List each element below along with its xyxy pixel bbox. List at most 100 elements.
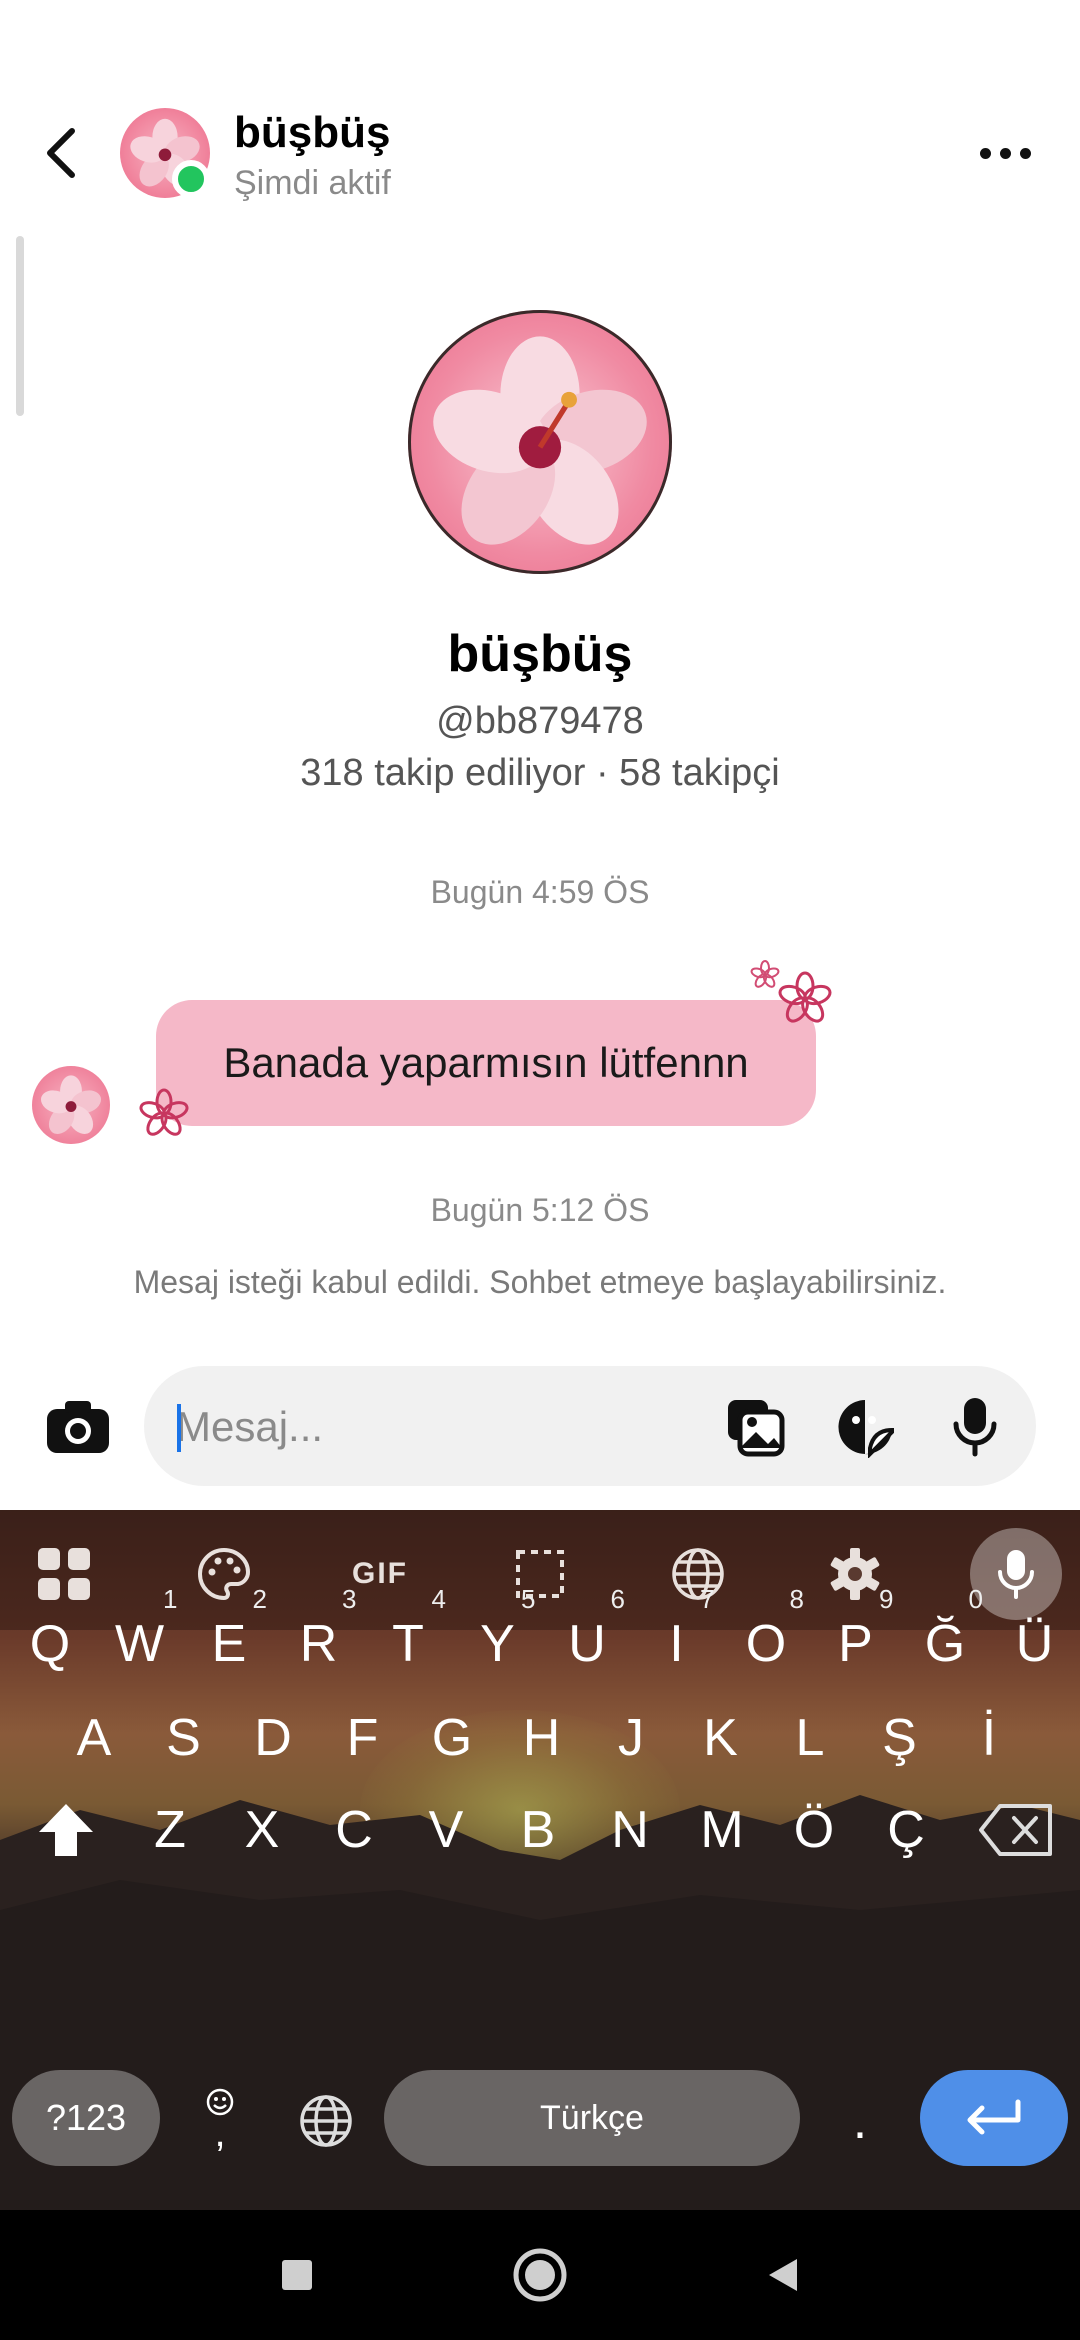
sticker-icon — [838, 1400, 894, 1458]
key-label: U — [568, 1615, 606, 1673]
request-accepted-notice: Mesaj isteği kabul edildi. Sohbet etmeye… — [133, 1264, 947, 1300]
sticker-button[interactable] — [830, 1392, 900, 1462]
message-text: Banada yaparmısın lütfennn — [223, 1039, 749, 1086]
online-indicator — [172, 160, 210, 198]
key-number-hint: 0 — [968, 1584, 983, 1614]
key-h[interactable]: H — [502, 1688, 582, 1788]
key-y[interactable]: Y5 — [458, 1584, 538, 1694]
key-s[interactable]: S — [144, 1688, 224, 1788]
chat-header: büşbüş Şimdi aktif — [0, 0, 1080, 230]
profile-handle: @bb879478 — [436, 700, 644, 742]
key-ü[interactable]: Ü — [995, 1594, 1075, 1694]
key-label: T — [392, 1615, 424, 1673]
key-d[interactable]: D — [233, 1688, 313, 1788]
key-m[interactable]: M — [682, 1780, 762, 1880]
key-label: W — [114, 1615, 165, 1673]
key-b[interactable]: B — [498, 1780, 578, 1880]
mic-icon — [998, 1550, 1034, 1599]
header-active-status: Şimdi aktif — [234, 164, 391, 202]
key-label: Ç — [887, 1801, 925, 1859]
key-v[interactable]: V — [406, 1780, 486, 1880]
key-number-hint: 6 — [610, 1584, 625, 1614]
key-ç[interactable]: Ç — [866, 1780, 946, 1880]
home-button[interactable] — [505, 2240, 575, 2310]
camera-icon — [47, 1401, 109, 1453]
key-p[interactable]: P9 — [816, 1584, 896, 1694]
key-u[interactable]: U6 — [547, 1584, 627, 1694]
key-g[interactable]: G — [412, 1688, 492, 1788]
message-input[interactable] — [176, 1392, 696, 1462]
key-l[interactable]: L — [770, 1688, 850, 1788]
key-q[interactable]: Q — [10, 1594, 90, 1694]
enter-key[interactable] — [920, 2070, 1068, 2166]
home-circle-icon — [513, 2248, 567, 2302]
key-c[interactable]: C — [314, 1780, 394, 1880]
key-label: Z — [154, 1801, 186, 1859]
scrollbar[interactable] — [16, 236, 24, 416]
dot — [999, 147, 1011, 159]
recents-button[interactable] — [262, 2240, 332, 2310]
key-number-hint: 2 — [252, 1584, 267, 1614]
key-r[interactable]: R3 — [279, 1584, 359, 1694]
key-label: A — [76, 1709, 112, 1767]
key-label: D — [254, 1709, 292, 1767]
key-label: İ — [981, 1709, 997, 1767]
more-options-button[interactable] — [960, 125, 1050, 181]
key-label: K — [703, 1709, 738, 1767]
key-label: Q — [29, 1615, 71, 1673]
shift-key[interactable] — [28, 1780, 104, 1880]
emoji-comma-key[interactable]: , — [188, 2076, 252, 2166]
back-button[interactable] — [30, 118, 90, 188]
key-x[interactable]: X — [222, 1780, 302, 1880]
key-k[interactable]: K — [681, 1688, 761, 1788]
small-flower-decoration-icon — [750, 960, 780, 988]
sender-avatar[interactable] — [32, 1066, 110, 1144]
camera-button[interactable] — [40, 1392, 116, 1462]
back-nav-button[interactable] — [748, 2240, 818, 2310]
header-username[interactable]: büşbüş — [234, 108, 390, 158]
key-i[interactable]: I7 — [637, 1584, 717, 1694]
key-number-hint: 8 — [789, 1584, 804, 1614]
key-f[interactable]: F — [323, 1688, 403, 1788]
key-label: O — [745, 1615, 787, 1673]
language-key[interactable] — [286, 2076, 366, 2166]
key-t[interactable]: T4 — [368, 1584, 448, 1694]
key-j[interactable]: J — [591, 1688, 671, 1788]
globe-icon — [300, 2095, 352, 2147]
gif-icon: GIF — [352, 1557, 408, 1590]
key-ö[interactable]: Ö — [774, 1780, 854, 1880]
message-bubble[interactable]: Banada yaparmısın lütfennn — [156, 1000, 816, 1126]
key-w[interactable]: W1 — [100, 1584, 180, 1694]
key-label: E — [211, 1615, 247, 1673]
space-key[interactable]: Türkçe — [384, 2070, 800, 2166]
backspace-key[interactable] — [966, 1780, 1066, 1880]
key-a[interactable]: A — [54, 1688, 134, 1788]
symbols-key[interactable]: ?123 — [12, 2070, 160, 2166]
key-ğ[interactable]: Ğ0 — [905, 1584, 985, 1694]
comma-label: , — [214, 2110, 226, 2155]
key-label: R — [299, 1615, 338, 1673]
key-label: L — [795, 1709, 825, 1767]
enter-arrow-icon — [967, 2099, 1021, 2135]
key-label: Ş — [882, 1709, 917, 1767]
back-arrow-icon — [47, 128, 75, 178]
key-n[interactable]: N — [590, 1780, 670, 1880]
key-i̇[interactable]: İ — [949, 1688, 1029, 1788]
profile-avatar[interactable] — [408, 310, 672, 574]
key-o[interactable]: O8 — [726, 1584, 806, 1694]
key-number-hint: 9 — [879, 1584, 894, 1614]
key-e[interactable]: E2 — [189, 1584, 269, 1694]
key-label: Ö — [793, 1801, 835, 1859]
gallery-button[interactable] — [720, 1392, 790, 1462]
key-number-hint: 4 — [431, 1584, 446, 1614]
hibiscus-flower-icon — [40, 1075, 102, 1134]
voice-message-button[interactable] — [940, 1392, 1010, 1462]
key-z[interactable]: Z — [130, 1780, 210, 1880]
period-key[interactable]: . — [830, 2076, 890, 2166]
hibiscus-flower-icon — [433, 336, 647, 545]
dot — [979, 147, 991, 159]
key-label: Y — [480, 1615, 515, 1673]
key-number-hint: 7 — [700, 1584, 715, 1614]
microphone-icon — [953, 1398, 997, 1457]
key-ş[interactable]: Ş — [860, 1688, 940, 1788]
